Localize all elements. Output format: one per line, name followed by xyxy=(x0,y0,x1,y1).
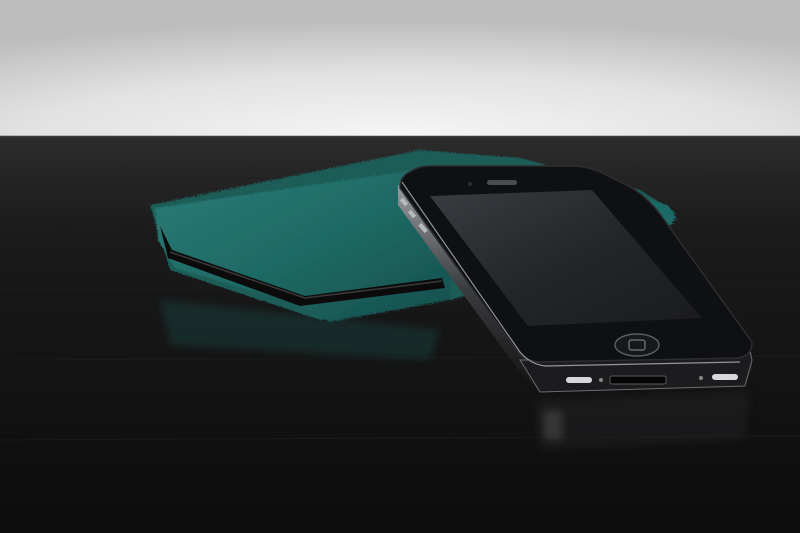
phone-screw-right xyxy=(699,376,703,380)
phone-dock-connector xyxy=(609,375,667,385)
phone-reflection xyxy=(535,392,750,450)
photo-canvas xyxy=(0,0,800,533)
phone-screw-left xyxy=(599,378,603,382)
phone-earpiece xyxy=(487,180,517,185)
home-button xyxy=(614,333,660,357)
phone-front-camera xyxy=(468,182,472,186)
wall-background xyxy=(0,0,800,138)
photo-scene xyxy=(0,0,800,533)
